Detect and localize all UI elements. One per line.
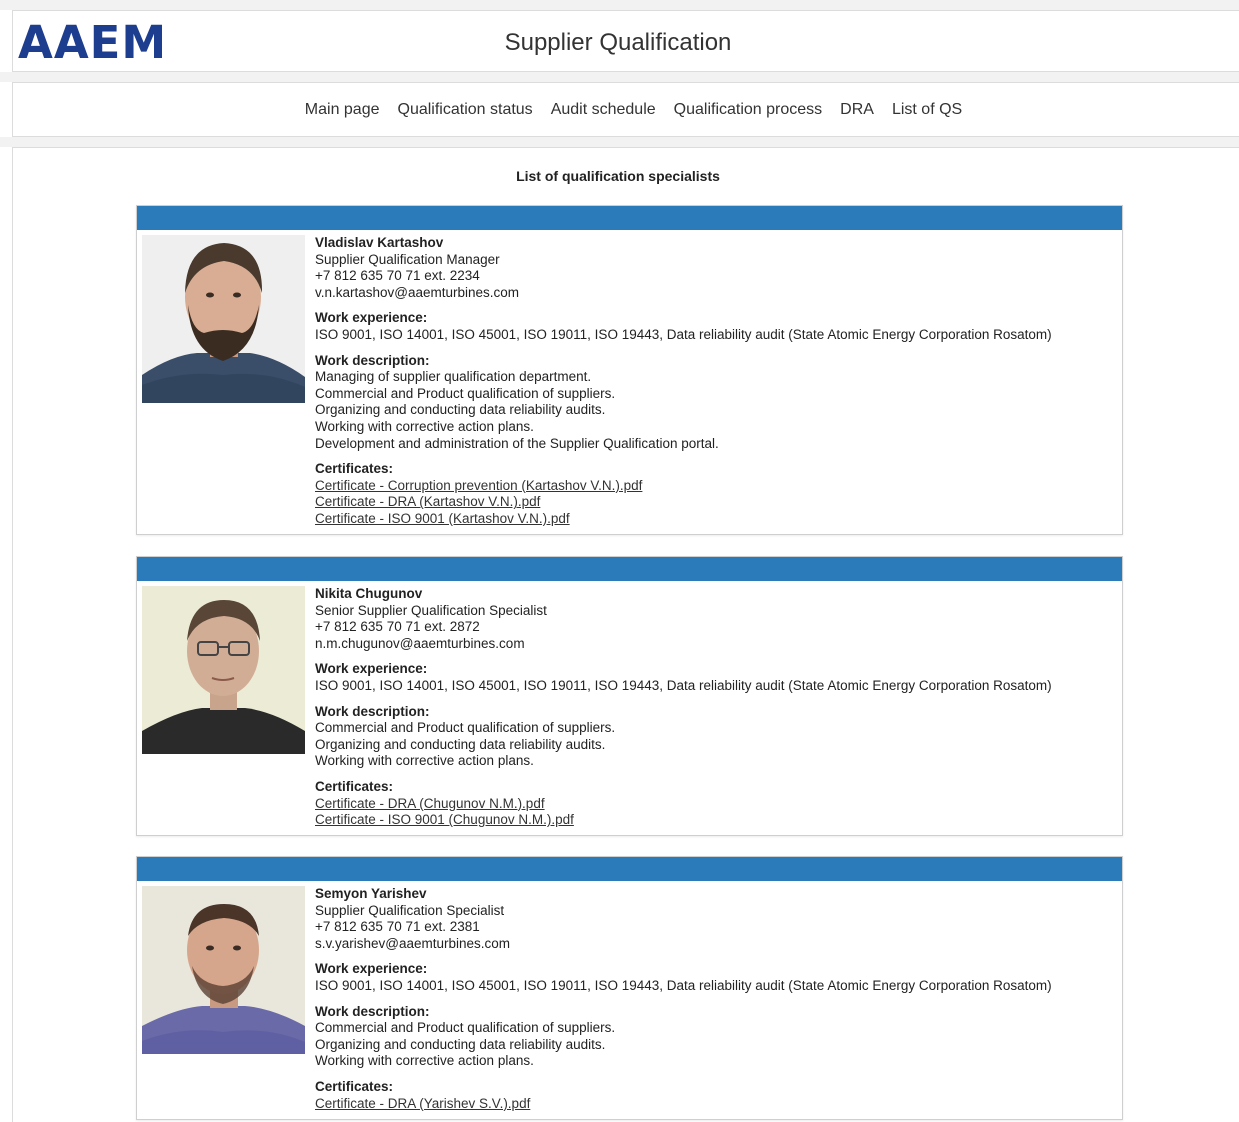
work-description-label: Work description: (315, 352, 430, 368)
certificates-label: Certificates: (315, 1078, 394, 1094)
specialist-card: Semyon Yarishev Supplier Qualification S… (136, 856, 1123, 1120)
work-description-line: Commercial and Product qualification of … (315, 385, 616, 401)
specialist-photo (142, 235, 305, 403)
nav-main-page[interactable]: Main page (305, 101, 380, 119)
certificate-link[interactable]: Certificate - ISO 9001 (Chugunov N.M.).p… (315, 812, 1114, 829)
work-description-label: Work description: (315, 1003, 430, 1019)
specialist-position: Supplier Qualification Specialist (315, 902, 505, 918)
work-experience-label: Work experience: (315, 310, 428, 326)
site-title: Supplier Qualification (504, 29, 732, 56)
certificate-link[interactable]: Certificate - DRA (Yarishev S.V.).pdf (315, 1096, 1114, 1113)
specialist-card: Nikita Chugunov Senior Supplier Qualific… (136, 556, 1123, 836)
work-description-line: Organizing and conducting data reliabili… (315, 402, 606, 418)
top-strip (0, 0, 1239, 10)
specialist-email: v.n.kartashov@aaemturbines.com (315, 284, 520, 300)
work-description-line: Organizing and conducting data reliabili… (315, 736, 606, 752)
work-description-line: Development and administration of the Su… (315, 435, 719, 451)
work-description-line: Commercial and Product qualification of … (315, 1020, 616, 1036)
work-experience-text: ISO 9001, ISO 14001, ISO 45001, ISO 1901… (315, 977, 1052, 993)
work-description-line: Working with corrective action plans. (315, 753, 534, 769)
work-description-line: Working with corrective action plans. (315, 1053, 534, 1069)
specialist-card: Vladislav Kartashov Supplier Qualificati… (136, 205, 1123, 535)
nav-qualification-status[interactable]: Qualification status (398, 101, 533, 119)
work-description-label: Work description: (315, 703, 430, 719)
specialist-photo (142, 586, 305, 754)
work-description-line: Commercial and Product qualification of … (315, 720, 616, 736)
specialist-name: Nikita Chugunov (315, 586, 423, 601)
work-description-line: Managing of supplier qualification depar… (315, 369, 592, 385)
specialist-phone: +7 812 635 70 71 ext. 2234 (315, 268, 480, 284)
page-heading: List of qualification specialists (516, 168, 720, 184)
certificate-link[interactable]: Certificate - ISO 9001 (Kartashov V.N.).… (315, 511, 1114, 528)
specialist-info: Vladislav Kartashov Supplier Qualificati… (315, 235, 1114, 528)
card-header-bar (137, 206, 1122, 230)
nav-dra[interactable]: DRA (840, 101, 874, 119)
card-header-bar (137, 557, 1122, 581)
specialist-email: n.m.chugunov@aaemturbines.com (315, 635, 525, 651)
specialist-info: Semyon Yarishev Supplier Qualification S… (315, 886, 1114, 1112)
work-description-line: Organizing and conducting data reliabili… (315, 1036, 606, 1052)
specialist-name: Vladislav Kartashov (315, 235, 444, 250)
specialist-info: Nikita Chugunov Senior Supplier Qualific… (315, 586, 1114, 829)
nav-list-of-qs[interactable]: List of QS (892, 101, 962, 119)
nav-qualification-process[interactable]: Qualification process (674, 101, 823, 119)
certificates-label: Certificates: (315, 461, 394, 477)
work-experience-text: ISO 9001, ISO 14001, ISO 45001, ISO 1901… (315, 326, 1052, 342)
work-description-line: Working with corrective action plans. (315, 418, 534, 434)
specialist-phone: +7 812 635 70 71 ext. 2872 (315, 619, 480, 635)
certificates-label: Certificates: (315, 778, 394, 794)
certificate-link[interactable]: Certificate - DRA (Kartashov V.N.).pdf (315, 494, 1114, 511)
main-nav: Main page Qualification status Audit sch… (12, 82, 1239, 137)
work-experience-label: Work experience: (315, 961, 428, 977)
nav-gap (0, 137, 1239, 147)
specialist-position: Supplier Qualification Manager (315, 251, 500, 267)
specialist-photo (142, 886, 305, 1054)
header-gap (0, 72, 1239, 82)
work-experience-text: ISO 9001, ISO 14001, ISO 45001, ISO 1901… (315, 677, 1052, 693)
certificate-link[interactable]: Certificate - Corruption prevention (Kar… (315, 478, 1114, 495)
specialist-name: Semyon Yarishev (315, 886, 427, 901)
certificate-link[interactable]: Certificate - DRA (Chugunov N.M.).pdf (315, 796, 1114, 813)
nav-audit-schedule[interactable]: Audit schedule (551, 101, 656, 119)
specialist-email: s.v.yarishev@aaemturbines.com (315, 935, 511, 951)
card-header-bar (137, 857, 1122, 881)
specialist-position: Senior Supplier Qualification Specialist (315, 602, 547, 618)
work-experience-label: Work experience: (315, 661, 428, 677)
specialist-phone: +7 812 635 70 71 ext. 2381 (315, 919, 480, 935)
